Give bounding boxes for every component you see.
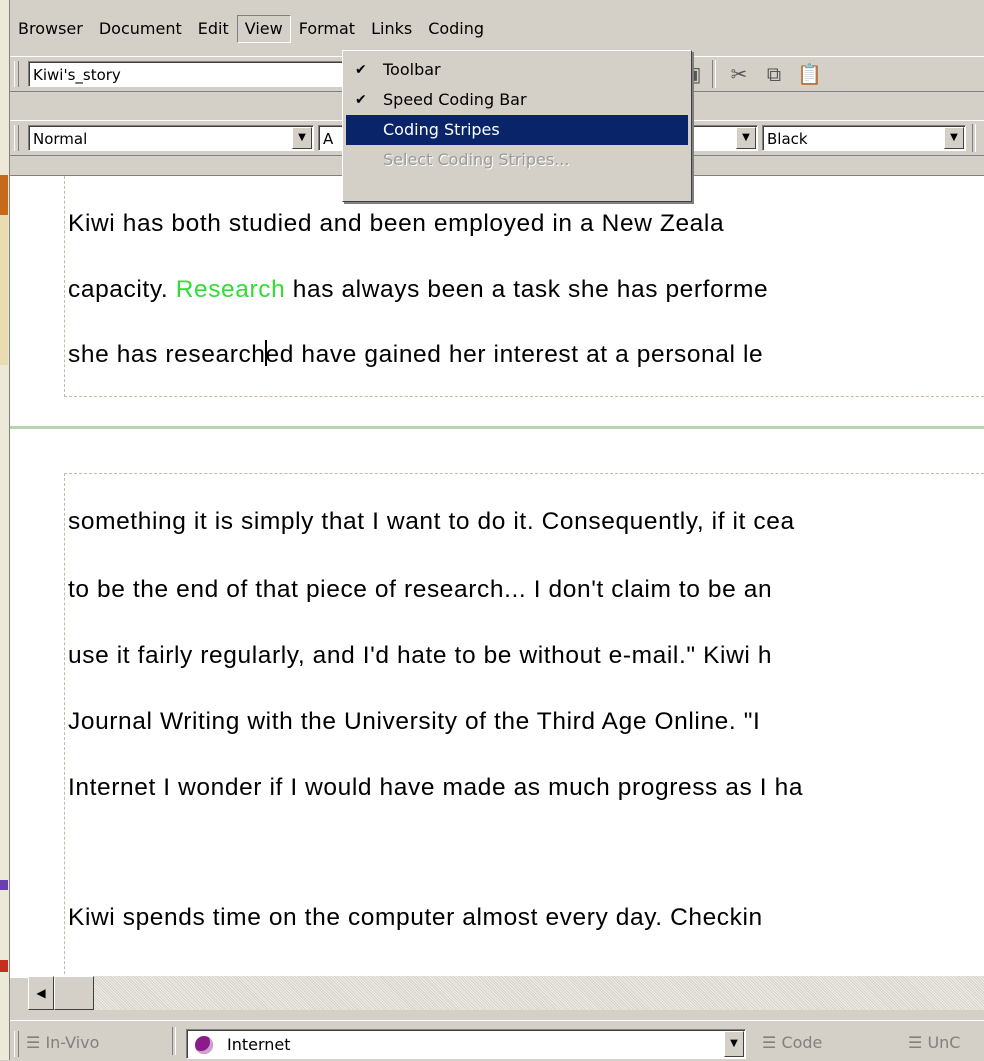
toolbar-grip[interactable] <box>14 125 19 151</box>
text-fragment: she has research <box>68 341 266 368</box>
coded-text-highlight[interactable]: Research <box>176 276 286 303</box>
document-browser-window: Browser Document Edit View Format Links … <box>10 0 984 1060</box>
adjacent-window-fragment <box>0 960 8 972</box>
uncode-label: UnC <box>927 1033 961 1052</box>
code-label: Code <box>781 1033 823 1052</box>
menu-format[interactable]: Format <box>291 15 363 43</box>
view-menu-speed-coding-bar[interactable]: ✔ Speed Coding Bar <box>343 85 691 115</box>
speed-coding-bar: ☰ In-Vivo Internet ▼ ☰ Code ☰ UnC <box>10 1020 984 1061</box>
uncode-button: ☰ UnC <box>908 1033 960 1052</box>
document-name-field[interactable]: Kiwi's_story <box>28 61 358 87</box>
text-color-select[interactable]: Black ▼ <box>762 125 966 151</box>
toolbar-grip[interactable] <box>14 1031 19 1057</box>
view-menu-dropdown: ✔ Toolbar ✔ Speed Coding Bar Coding Stri… <box>342 50 692 202</box>
text-line: something it is simply that I want to do… <box>68 508 795 535</box>
view-menu-coding-stripes[interactable]: Coding Stripes <box>346 115 688 145</box>
text-line: to be the end of that piece of research.… <box>68 576 773 603</box>
text-line: Kiwi spends time on the computer almost … <box>68 904 763 931</box>
copy-icon[interactable]: ⧉ <box>762 62 786 86</box>
toolbar-grip[interactable] <box>14 61 19 87</box>
menu-view[interactable]: View <box>236 15 291 43</box>
view-menu-select-coding-stripes-label: Select Coding Stripes... <box>383 150 570 169</box>
adjacent-window-fragment <box>0 175 8 215</box>
paste-icon[interactable]: 📋 <box>797 62 822 86</box>
scroll-left-icon[interactable]: ◀ <box>28 976 54 1010</box>
text-line: Internet I wonder if I would have made a… <box>68 774 804 801</box>
in-vivo-button: ☰ In-Vivo <box>26 1033 99 1052</box>
document-name-value: Kiwi's_story <box>33 66 121 84</box>
text-line: capacity. Research has always been a tas… <box>68 276 768 304</box>
view-menu-select-coding-stripes: Select Coding Stripes... <box>343 145 691 175</box>
menu-browser[interactable]: Browser <box>10 15 91 43</box>
adjacent-window-fragment <box>0 880 8 890</box>
coding-node-value: Internet <box>227 1035 291 1054</box>
text-line: Kiwi has both studied and been employed … <box>68 210 725 237</box>
checkmark-icon: ✔ <box>355 92 367 108</box>
menu-coding[interactable]: Coding <box>420 15 492 43</box>
font-select-value: A <box>323 130 334 148</box>
adjacent-window-fragment <box>0 215 8 365</box>
menubar: Browser Document Edit View Format Links … <box>10 0 984 44</box>
view-menu-speed-coding-bar-label: Speed Coding Bar <box>383 90 527 109</box>
text-color-value: Black <box>767 130 808 148</box>
chevron-down-icon[interactable]: ▼ <box>292 127 312 149</box>
horizontal-scrollbar[interactable]: ◀ <box>28 976 984 1010</box>
code-button: ☰ Code <box>762 1033 822 1052</box>
cut-icon[interactable]: ✂ <box>727 62 751 86</box>
toolbar-separator <box>972 124 976 152</box>
lines-icon: ☰ <box>908 1033 923 1052</box>
scrollbar-thumb[interactable] <box>54 976 94 1010</box>
text-fragment: capacity. <box>68 276 176 303</box>
menu-document[interactable]: Document <box>91 15 190 43</box>
coding-node-select[interactable]: Internet ▼ <box>186 1029 746 1059</box>
font-size-select[interactable]: l ▼ <box>682 125 758 151</box>
paragraph-style-value: Normal <box>33 130 88 148</box>
menu-links[interactable]: Links <box>363 15 420 43</box>
toolbar-separator <box>712 60 716 88</box>
document-text-area[interactable]: Kiwi has both studied and been employed … <box>10 175 984 978</box>
text-fragment: ed have gained her interest at a persona… <box>265 341 764 368</box>
chevron-down-icon[interactable]: ▼ <box>736 127 756 149</box>
text-fragment: has always been a task she has performe <box>285 276 769 303</box>
lines-icon: ☰ <box>762 1033 777 1052</box>
checkmark-icon: ✔ <box>355 62 367 78</box>
paragraph-style-select[interactable]: Normal ▼ <box>28 125 314 151</box>
view-menu-coding-stripes-label: Coding Stripes <box>383 120 500 139</box>
text-line: use it fairly regularly, and I'd hate to… <box>68 642 773 669</box>
node-icon <box>195 1036 213 1054</box>
chevron-down-icon[interactable]: ▼ <box>724 1031 744 1057</box>
view-menu-toolbar-label: Toolbar <box>383 60 441 79</box>
toolbar-separator <box>172 1027 176 1055</box>
paragraph-divider <box>10 426 984 429</box>
menu-edit[interactable]: Edit <box>190 15 237 43</box>
view-menu-toolbar[interactable]: ✔ Toolbar <box>343 55 691 85</box>
adjacent-window-edge <box>0 0 10 1060</box>
lines-icon: ☰ <box>26 1033 41 1052</box>
chevron-down-icon[interactable]: ▼ <box>944 127 964 149</box>
text-line: she has researched have gained her inter… <box>68 340 763 369</box>
text-line: Journal Writing with the University of t… <box>68 708 761 735</box>
in-vivo-label: In-Vivo <box>45 1033 100 1052</box>
